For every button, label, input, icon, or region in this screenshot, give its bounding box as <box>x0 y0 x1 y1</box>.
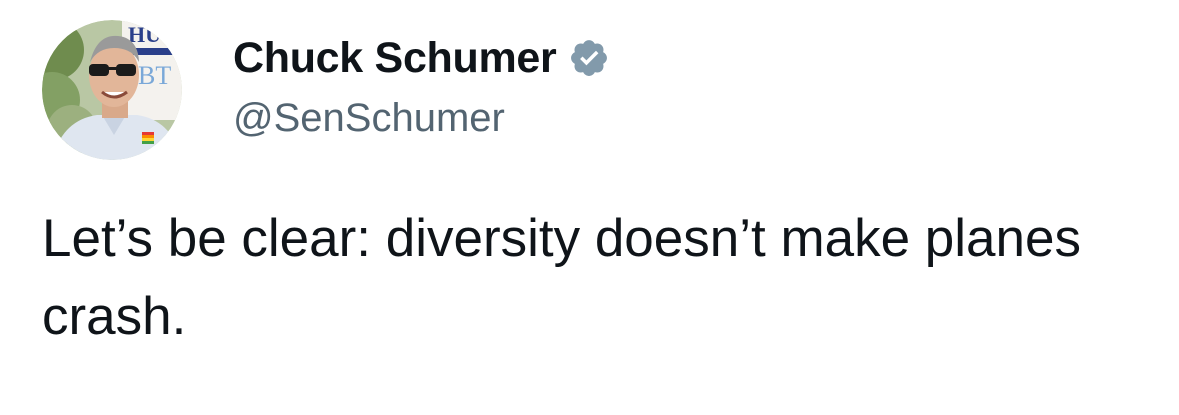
tweet-text: Let’s be clear: diversity doesn’t make p… <box>42 209 1081 346</box>
avatar-photo: HU BT <box>42 20 182 160</box>
author-name-row: Chuck Schumer <box>233 30 610 86</box>
avatar-banner-text-side: BT <box>138 61 171 90</box>
tweet-card[interactable]: HU BT Chuck Schumer @SenSchumer Let’s be… <box>0 0 1179 415</box>
verified-badge-icon <box>568 37 610 79</box>
avatar[interactable]: HU BT <box>42 20 182 160</box>
author-display-name[interactable]: Chuck Schumer <box>233 30 557 86</box>
author-handle[interactable]: @SenSchumer <box>233 92 505 144</box>
